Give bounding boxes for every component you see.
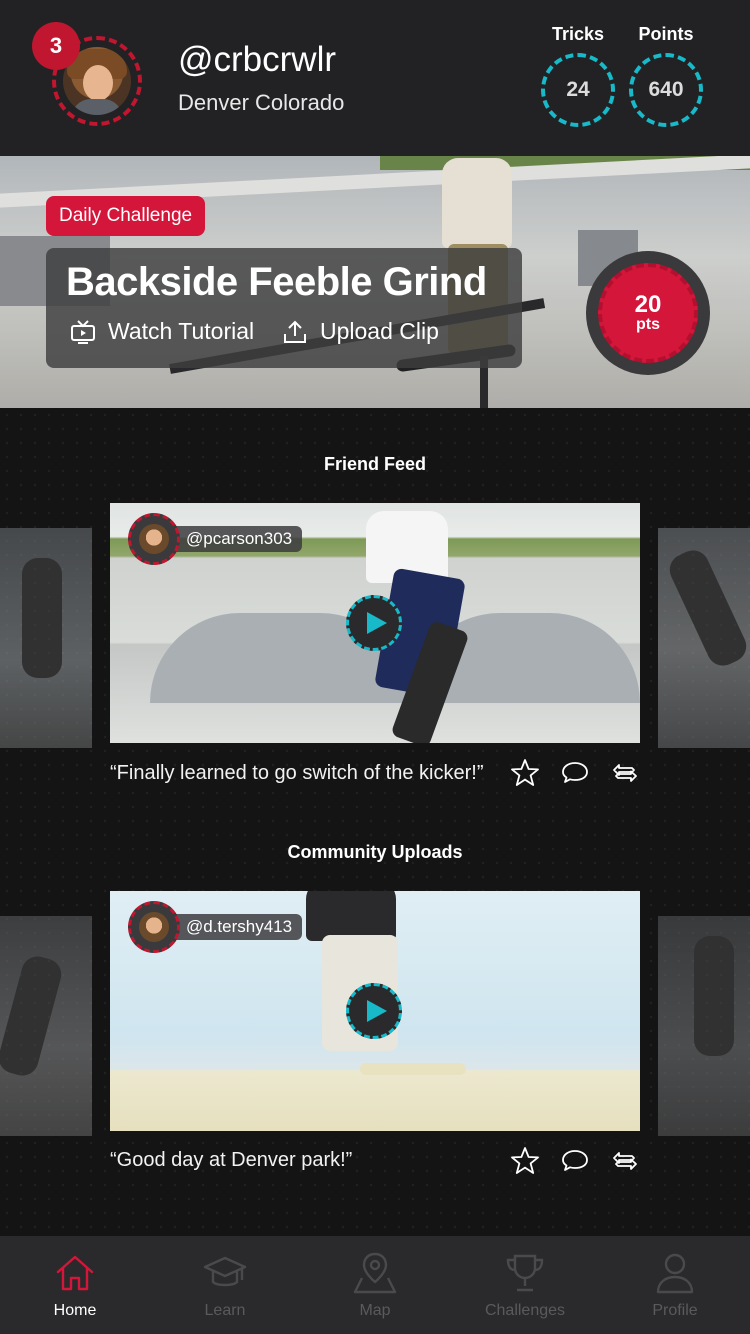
upload-clip-label: Upload Clip [320, 318, 439, 344]
username: @crbcrwlr [178, 40, 337, 79]
level-badge: 3 [32, 22, 80, 70]
stat-points[interactable]: Points 640 [626, 24, 706, 127]
graduation-cap-icon [203, 1256, 247, 1287]
community-next-thumb[interactable] [658, 916, 750, 1136]
play-icon [367, 1000, 387, 1022]
friend-post-actions [510, 758, 640, 788]
tab-learn-label: Learn [204, 1302, 246, 1319]
stat-points-value: 640 [629, 53, 703, 127]
tab-map-label: Map [359, 1302, 391, 1319]
challenge-points-unit: pts [636, 316, 660, 333]
tab-bar: Home Learn Map Challenges Profile [0, 1236, 750, 1334]
tv-icon [71, 319, 95, 344]
daily-challenge-banner[interactable]: Daily Challenge Backside Feeble Grind Wa… [0, 156, 750, 408]
stat-points-label: Points [638, 24, 694, 44]
home-icon [56, 1255, 94, 1291]
feed-area[interactable]: Friend Feed @pcarson303 “Finally learned… [0, 408, 750, 1236]
tab-home[interactable]: Home [0, 1236, 150, 1334]
stat-tricks-label: Tricks [551, 24, 605, 44]
upload-clip-button[interactable]: Upload Clip [282, 318, 439, 345]
tab-challenges-label: Challenges [484, 1302, 566, 1319]
comment-icon[interactable] [560, 1146, 590, 1176]
star-icon[interactable] [510, 758, 540, 788]
community-post-username: @d.tershy413 [174, 914, 303, 940]
person-icon [656, 1253, 694, 1294]
play-button[interactable] [346, 983, 402, 1039]
challenge-points-value: 20 [634, 291, 662, 318]
share-icon[interactable] [610, 758, 640, 788]
community-uploads-title: Community Uploads [287, 842, 463, 862]
map-pin-icon [353, 1252, 397, 1294]
tab-challenges[interactable]: Challenges [450, 1236, 600, 1334]
friend-post-user-tag[interactable]: @pcarson303 [128, 513, 303, 565]
challenge-card: Backside Feeble Grind Watch Tutorial Upl… [46, 248, 522, 368]
watch-tutorial-button[interactable]: Watch Tutorial [70, 318, 254, 345]
play-button[interactable] [346, 595, 402, 651]
user-location: Denver Colorado [178, 90, 345, 115]
community-post-actions [510, 1146, 640, 1176]
community-video[interactable]: @d.tershy413 [110, 891, 640, 1131]
community-post-user-tag[interactable]: @d.tershy413 [128, 901, 303, 953]
friend-feed-title: Friend Feed [323, 454, 426, 474]
friend-feed-next-thumb[interactable] [658, 528, 750, 748]
friend-post-username: @pcarson303 [174, 526, 303, 552]
share-icon[interactable] [610, 1146, 640, 1176]
community-post-avatar [128, 901, 180, 953]
tab-learn[interactable]: Learn [150, 1236, 300, 1334]
play-icon [367, 612, 387, 634]
tab-home-label: Home [53, 1302, 97, 1319]
friend-feed-prev-thumb[interactable] [0, 528, 92, 748]
community-prev-thumb[interactable] [0, 916, 92, 1136]
comment-icon[interactable] [560, 758, 590, 788]
upload-icon [284, 320, 306, 343]
video-skater [306, 891, 396, 941]
friend-post-avatar [128, 513, 180, 565]
challenge-points-badge: 20 pts [586, 251, 710, 375]
friend-post-caption: “Finally learned to go switch of the kic… [110, 762, 484, 784]
star-icon[interactable] [510, 1146, 540, 1176]
trophy-icon [506, 1254, 544, 1292]
community-post-caption: “Good day at Denver park!” [110, 1149, 353, 1171]
watch-tutorial-label: Watch Tutorial [108, 318, 255, 344]
daily-challenge-chip: Daily Challenge [46, 196, 206, 236]
tab-profile-label: Profile [652, 1302, 698, 1319]
stat-tricks-value: 24 [541, 53, 615, 127]
friend-feed-video[interactable]: @pcarson303 [110, 503, 640, 743]
tab-profile[interactable]: Profile [600, 1236, 750, 1334]
challenge-title: Backside Feeble Grind [66, 260, 487, 304]
tab-map[interactable]: Map [300, 1236, 450, 1334]
stat-tricks[interactable]: Tricks 24 [538, 24, 618, 127]
profile-header: 3 @crbcrwlr Denver Colorado Tricks 24 Po… [0, 0, 750, 156]
